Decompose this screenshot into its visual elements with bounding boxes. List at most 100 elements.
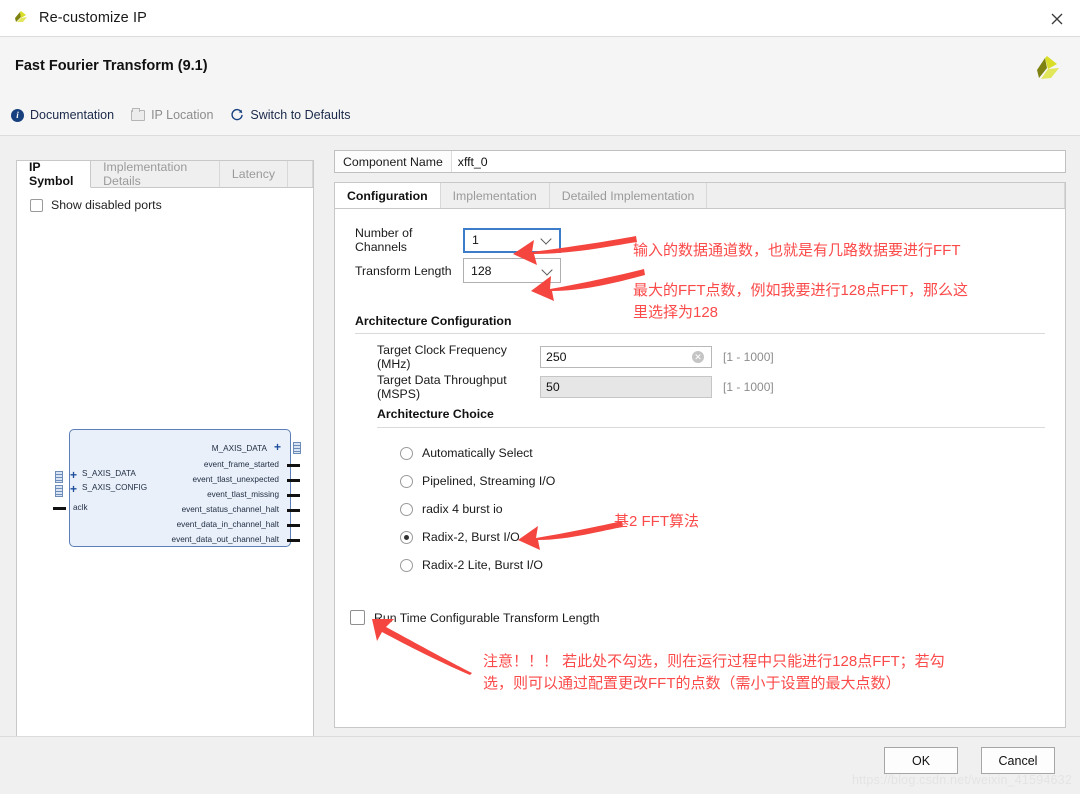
radio-radix-2-lite-burst-io[interactable]: Radix-2 Lite, Burst I/O — [400, 558, 543, 572]
run-time-configurable-label: Run Time Configurable Transform Length — [374, 610, 600, 625]
port-label-aclk: aclk — [73, 503, 88, 512]
radio-radix-4-burst-io-label: radix 4 burst io — [422, 502, 503, 516]
xilinx-logo-icon — [12, 9, 30, 27]
info-icon: i — [11, 108, 24, 122]
radio-button-icon[interactable] — [400, 558, 413, 572]
tab-configuration[interactable]: Configuration — [335, 183, 441, 208]
number-of-channels-label: Number of Channels — [355, 226, 413, 254]
cancel-button-label: Cancel — [998, 753, 1038, 768]
pin-stub — [287, 524, 300, 527]
left-tabstrip: IP Symbol Implementation Details Latency — [17, 160, 313, 188]
documentation-label: Documentation — [30, 108, 115, 122]
bus-connector-icon — [55, 471, 63, 483]
radio-button-icon[interactable] — [400, 474, 413, 488]
run-time-configurable-checkbox[interactable] — [350, 610, 365, 625]
port-label-s-axis-data: S_AXIS_DATA — [82, 469, 136, 478]
pin-stub-aclk — [53, 507, 66, 510]
ip-location-button[interactable]: IP Location — [131, 107, 214, 122]
component-name-label: Component Name — [343, 154, 443, 169]
close-icon[interactable] — [1034, 0, 1080, 37]
tabstrip-filler — [288, 161, 313, 187]
pin-stub — [287, 539, 300, 542]
tab-detailed-implementation-label: Detailed Implementation — [561, 188, 695, 203]
show-disabled-ports-label: Show disabled ports — [51, 198, 162, 212]
component-name-input[interactable] — [450, 151, 1065, 172]
radio-pipelined-streaming-io-label: Pipelined, Streaming I/O — [422, 474, 556, 488]
tab-implementation[interactable]: Implementation — [441, 183, 550, 208]
tab-implementation-details-label: Implementation Details — [103, 160, 188, 188]
architecture-choice-heading: Architecture Choice — [377, 407, 502, 421]
section-divider — [355, 333, 1045, 334]
number-of-channels-row: Number of Channels 1 — [355, 226, 561, 254]
bus-connector-icon — [55, 485, 63, 497]
chevron-down-icon — [541, 263, 553, 276]
number-of-channels-value: 1 — [472, 233, 479, 247]
target-clock-frequency-input[interactable] — [540, 346, 712, 368]
port-label-event-frame-started: event_frame_started — [203, 460, 279, 469]
clear-icon[interactable]: ✕ — [692, 351, 704, 363]
run-time-configurable-row[interactable]: Run Time Configurable Transform Length — [350, 610, 600, 625]
pin-stub — [287, 494, 300, 497]
target-data-throughput-range: [1 - 1000] — [723, 380, 774, 394]
dialog-body: IP Symbol Implementation Details Latency… — [0, 136, 1080, 794]
tab-latency[interactable]: Latency — [220, 161, 288, 187]
transform-length-dropdown[interactable]: 128 — [463, 258, 561, 283]
radio-radix-2-lite-burst-io-label: Radix-2 Lite, Burst I/O — [422, 558, 543, 572]
ok-button-label: OK — [911, 753, 931, 768]
target-data-throughput-row: Target Data Throughput (MSPS) [1 - 1000] — [377, 373, 774, 401]
configuration-tabstrip-filler — [707, 183, 1065, 208]
pin-stub — [287, 464, 300, 467]
cancel-button[interactable]: Cancel — [981, 747, 1055, 774]
port-label-event-data-out-channel-halt: event_data_out_channel_halt — [171, 535, 279, 544]
bus-connector-icon — [293, 442, 301, 454]
port-label-event-data-in-channel-halt: event_data_in_channel_halt — [176, 520, 279, 529]
tab-configuration-label: Configuration — [347, 188, 428, 203]
configuration-tabstrip: Configuration Implementation Detailed Im… — [334, 182, 1066, 208]
component-name-row: Component Name — [334, 150, 1066, 173]
tab-ip-symbol[interactable]: IP Symbol — [17, 160, 92, 188]
pin-stub — [287, 509, 300, 512]
chevron-down-icon — [540, 233, 552, 245]
port-label-event-tlast-missing: event_tlast_missing — [207, 490, 279, 499]
dialog-footer: OK Cancel https://blog.csdn.net/weixin_4… — [0, 736, 1080, 794]
watermark: https://blog.csdn.net/weixin_41594632 — [851, 773, 1072, 787]
radio-radix-2-burst-io-label: Radix-2, Burst I/O — [422, 530, 520, 544]
tab-implementation-label: Implementation — [452, 188, 537, 203]
number-of-channels-dropdown[interactable]: 1 — [463, 227, 561, 253]
transform-length-label: Transform Length — [355, 263, 452, 278]
page-title: Fast Fourier Transform (9.1) — [15, 58, 208, 74]
radio-radix-4-burst-io[interactable]: radix 4 burst io — [400, 502, 503, 516]
expand-plus-icon: + — [70, 468, 78, 482]
target-data-throughput-input[interactable] — [540, 376, 712, 398]
transform-length-value: 128 — [471, 263, 492, 278]
target-clock-frequency-row: Target Clock Frequency (MHz) ✕ [1 - 1000… — [377, 343, 774, 371]
radio-button-icon[interactable] — [400, 502, 413, 516]
radio-automatically-select[interactable]: Automatically Select — [400, 446, 533, 460]
header-toolbar: i Documentation IP Location Switch to De… — [11, 107, 350, 122]
radio-radix-2-burst-io[interactable]: Radix-2, Burst I/O — [400, 530, 520, 544]
target-clock-frequency-label: Target Clock Frequency (MHz) — [377, 343, 507, 371]
show-disabled-ports-row[interactable]: Show disabled ports — [30, 198, 162, 212]
port-label-event-status-channel-halt: event_status_channel_halt — [181, 505, 279, 514]
pin-stub — [287, 479, 300, 482]
tab-implementation-details[interactable]: Implementation Details — [91, 160, 220, 188]
xilinx-brand-logo-icon — [1032, 53, 1062, 85]
switch-to-defaults-button[interactable]: Switch to Defaults — [230, 108, 350, 122]
header-band: Fast Fourier Transform (9.1) i Documenta… — [0, 37, 1080, 136]
refresh-icon — [230, 108, 244, 122]
radio-button-icon[interactable] — [400, 446, 413, 460]
tab-detailed-implementation[interactable]: Detailed Implementation — [550, 183, 708, 208]
section-divider — [377, 427, 1045, 428]
switch-to-defaults-label: Switch to Defaults — [250, 108, 351, 122]
port-label-s-axis-config: S_AXIS_CONFIG — [82, 483, 148, 492]
radio-pipelined-streaming-io[interactable]: Pipelined, Streaming I/O — [400, 474, 555, 488]
show-disabled-ports-checkbox[interactable] — [30, 198, 43, 212]
radio-automatically-select-label: Automatically Select — [422, 446, 533, 460]
ip-location-label: IP Location — [151, 108, 214, 122]
configuration-tab-content: Number of Channels 1 Transform Length 12… — [334, 208, 1066, 728]
re-customize-ip-dialog: Re-customize IP Fast Fourier Transform (… — [0, 0, 1080, 794]
ok-button[interactable]: OK — [884, 747, 958, 774]
radio-button-icon[interactable] — [400, 530, 413, 544]
window-title: Re-customize IP — [39, 10, 147, 26]
documentation-button[interactable]: i Documentation — [11, 108, 114, 122]
